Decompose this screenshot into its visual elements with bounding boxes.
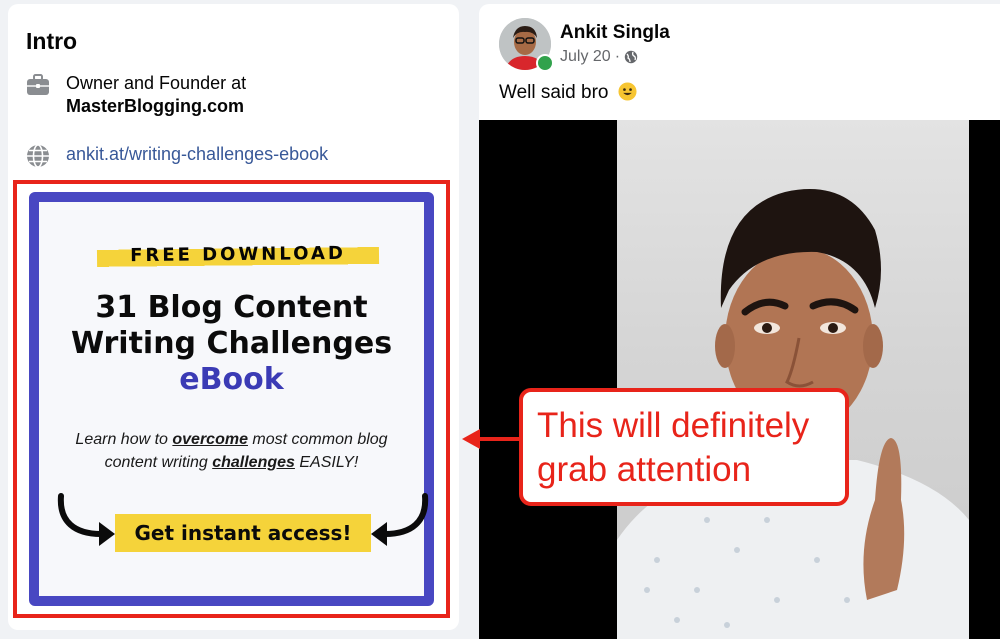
ebook-accent-label: eBook	[179, 362, 284, 397]
work-info-row: Owner and Founder at MasterBlogging.com	[25, 72, 246, 118]
intro-card: Intro Owner and Founder at MasterBloggin…	[8, 4, 459, 630]
ebook-title-line2: Writing Challenges	[70, 326, 393, 361]
desc-text-1: Learn how to	[75, 431, 173, 448]
desc-bold-1: overcome	[172, 431, 248, 448]
intro-title: Intro	[26, 28, 78, 54]
left-curved-arrow-icon	[57, 493, 115, 546]
work-company[interactable]: MasterBlogging.com	[66, 95, 246, 118]
website-link[interactable]: ankit.at/writing-challenges-ebook	[66, 143, 328, 166]
featured-highlight-box: FREE DOWNLOAD 31 Blog Content Writing Ch…	[13, 180, 450, 618]
post-date[interactable]: July 20	[560, 48, 611, 66]
annotation-callout: This will definitely grab attention	[519, 388, 849, 506]
work-role: Owner and Founder at	[66, 73, 247, 93]
post-video[interactable]	[479, 120, 1000, 639]
online-status-dot	[536, 54, 554, 72]
desc-bold-2: challenges	[212, 454, 295, 471]
featured-ebook-image[interactable]: FREE DOWNLOAD 31 Blog Content Writing Ch…	[29, 192, 434, 606]
get-instant-access-button[interactable]: Get instant access!	[115, 514, 371, 552]
post-message: Well said bro	[499, 82, 609, 103]
ebook-description: Learn how to overcome most common blog c…	[59, 428, 404, 474]
briefcase-icon	[27, 74, 49, 95]
meta-separator: ·	[614, 48, 621, 65]
free-download-tag: FREE DOWNLOAD	[96, 240, 380, 270]
globe-icon	[624, 50, 638, 64]
post-card: Ankit Singla July 20 · Well said bro	[479, 4, 1000, 639]
post-author-name[interactable]: Ankit Singla	[560, 22, 670, 44]
work-text: Owner and Founder at MasterBlogging.com	[66, 72, 246, 118]
post-meta: July 20 ·	[560, 48, 638, 66]
callout-line2: grab attention	[537, 450, 752, 489]
person-photo	[617, 189, 969, 639]
right-curved-arrow-icon	[371, 493, 429, 546]
callout-line1: This will definitely	[537, 406, 810, 445]
smiling-face-emoji-icon	[618, 82, 637, 101]
video-frame	[617, 120, 969, 639]
ebook-title-line1: 31 Blog Content	[95, 290, 368, 325]
globe-icon	[27, 144, 49, 168]
desc-text-3: EASILY!	[294, 454, 359, 471]
ebook-title: 31 Blog Content Writing Challenges	[39, 290, 424, 362]
post-text: Well said bro	[499, 82, 637, 104]
website-row: ankit.at/writing-challenges-ebook	[25, 143, 328, 169]
callout-arrow-icon	[462, 429, 520, 449]
